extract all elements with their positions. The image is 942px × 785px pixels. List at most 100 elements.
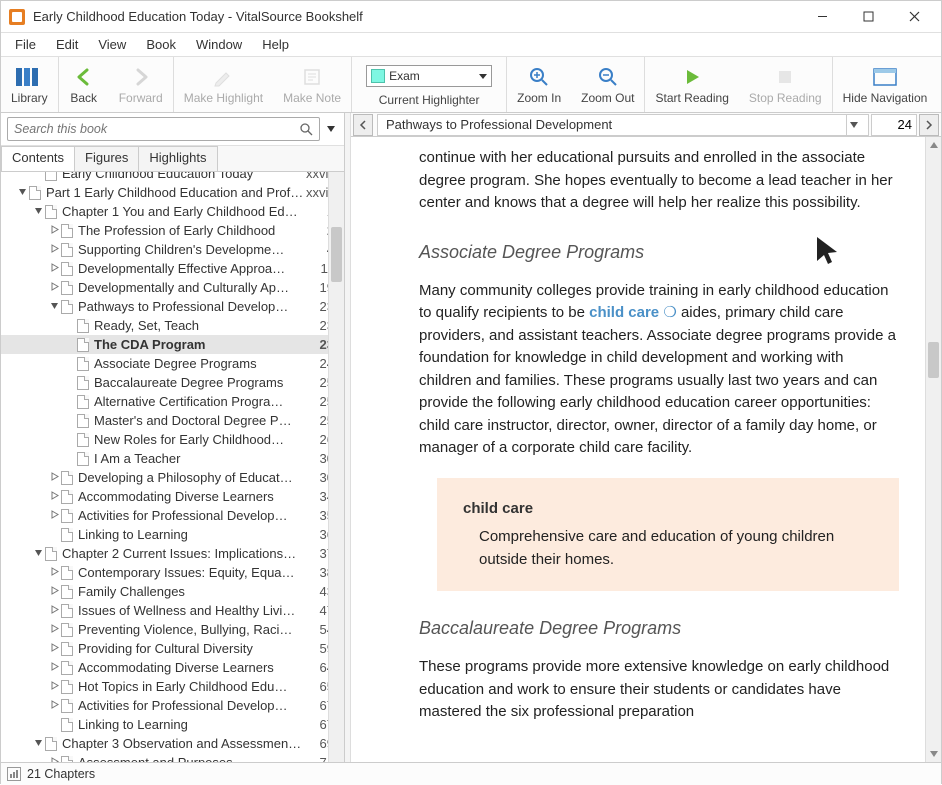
toc-item[interactable]: Early Childhood Education Todayxxviii — [1, 172, 344, 183]
menu-help[interactable]: Help — [252, 35, 299, 54]
toc-item[interactable]: Developmentally and Culturally Ap…19 — [1, 278, 344, 297]
scroll-up-icon[interactable] — [926, 137, 941, 153]
breadcrumb-dropdown[interactable] — [846, 114, 860, 136]
speaker-icon[interactable]: ❍ — [659, 304, 677, 321]
toc-item[interactable]: Alternative Certification Progra…25 — [1, 392, 344, 411]
toc-label: Providing for Cultural Diversity — [78, 641, 306, 656]
reader-next-button[interactable] — [919, 114, 939, 136]
document-icon — [61, 528, 73, 542]
menu-view[interactable]: View — [88, 35, 136, 54]
toc-item[interactable]: Developmentally Effective Approa…11 — [1, 259, 344, 278]
toc-item[interactable]: New Roles for Early Childhood…26 — [1, 430, 344, 449]
search-box[interactable] — [7, 117, 320, 141]
toc-item[interactable]: Linking to Learning36 — [1, 525, 344, 544]
toc-item[interactable]: Activities for Professional Develop…67 — [1, 696, 344, 715]
content-para3: These programs provide more extensive kn… — [419, 656, 899, 724]
library-button[interactable]: Library — [1, 57, 58, 112]
toc-arrow-icon[interactable] — [31, 206, 45, 218]
toc-item[interactable]: Contemporary Issues: Equity, Equa…38 — [1, 563, 344, 582]
toc-item[interactable]: Issues of Wellness and Healthy Livi…47 — [1, 601, 344, 620]
toc-arrow-icon[interactable] — [47, 567, 61, 579]
toc-item[interactable]: Chapter 2 Current Issues: Implications…3… — [1, 544, 344, 563]
scroll-down-icon[interactable] — [926, 746, 941, 762]
toc-arrow-icon[interactable] — [47, 510, 61, 522]
make-highlight-button[interactable]: Make Highlight — [174, 57, 273, 112]
toc-scrollbar[interactable] — [328, 172, 344, 762]
toc-item[interactable]: Part 1 Early Childhood Education and Pro… — [1, 183, 344, 202]
toc-item[interactable]: The CDA Program23 — [1, 335, 344, 354]
toc-arrow-icon[interactable] — [47, 700, 61, 712]
toc-item[interactable]: Linking to Learning67 — [1, 715, 344, 734]
breadcrumb[interactable]: Pathways to Professional Development — [377, 114, 869, 136]
make-note-button[interactable]: Make Note — [273, 57, 351, 112]
toc-arrow-icon[interactable] — [15, 187, 29, 199]
toc-arrow-icon[interactable] — [47, 757, 61, 763]
glossary-link-child-care[interactable]: child care — [589, 304, 659, 321]
menu-book[interactable]: Book — [136, 35, 186, 54]
reader-scrollbar[interactable] — [925, 137, 941, 762]
tab-contents[interactable]: Contents — [1, 146, 75, 171]
toc-item[interactable]: The Profession of Early Childhood2 — [1, 221, 344, 240]
toc-arrow-icon[interactable] — [47, 282, 61, 294]
stop-reading-button[interactable]: Stop Reading — [739, 57, 832, 112]
toc-item[interactable]: Preventing Violence, Bullying, Raci…54 — [1, 620, 344, 639]
toc-arrow-icon[interactable] — [47, 624, 61, 636]
toc-arrow-icon[interactable] — [47, 472, 61, 484]
document-icon — [45, 737, 57, 751]
toc-item[interactable]: Pathways to Professional Develop…23 — [1, 297, 344, 316]
tab-figures[interactable]: Figures — [74, 146, 139, 171]
close-button[interactable] — [891, 2, 937, 32]
toc-item[interactable]: Supporting Children's Developme…4 — [1, 240, 344, 259]
start-reading-button[interactable]: Start Reading — [645, 57, 738, 112]
toc-arrow-icon[interactable] — [47, 643, 61, 655]
page-number-input[interactable] — [871, 114, 917, 136]
tab-highlights[interactable]: Highlights — [138, 146, 217, 171]
search-input[interactable] — [14, 122, 299, 136]
toc-item[interactable]: Activities for Professional Develop…35 — [1, 506, 344, 525]
toc-arrow-icon[interactable] — [47, 244, 61, 256]
toc-item[interactable]: Baccalaureate Degree Programs25 — [1, 373, 344, 392]
toc-arrow-icon[interactable] — [47, 605, 61, 617]
toc-item[interactable]: Accommodating Diverse Learners34 — [1, 487, 344, 506]
toc-item[interactable]: Ready, Set, Teach23 — [1, 316, 344, 335]
toc-arrow-icon[interactable] — [47, 662, 61, 674]
toc-item[interactable]: Assessment and Purposes71 — [1, 753, 344, 762]
toc-arrow-icon[interactable] — [47, 681, 61, 693]
minimize-button[interactable] — [799, 2, 845, 32]
hide-navigation-button[interactable]: Hide Navigation — [833, 57, 938, 112]
document-icon — [77, 338, 89, 352]
toc-item[interactable]: Accommodating Diverse Learners64 — [1, 658, 344, 677]
maximize-button[interactable] — [845, 2, 891, 32]
menu-file[interactable]: File — [5, 35, 46, 54]
reader-scrollbar-thumb[interactable] — [928, 342, 939, 378]
toc-item[interactable]: Chapter 1 You and Early Childhood Ed…1 — [1, 202, 344, 221]
toc-arrow-icon[interactable] — [47, 263, 61, 275]
toc-tree[interactable]: Early Childhood Education TodayxxviiiPar… — [1, 172, 344, 762]
toc-arrow-icon[interactable] — [47, 301, 61, 313]
highlighter-select[interactable]: Exam — [366, 65, 492, 87]
toc-item[interactable]: Family Challenges43 — [1, 582, 344, 601]
reader-prev-button[interactable] — [353, 114, 373, 136]
toc-item[interactable]: Master's and Doctoral Degree P…25 — [1, 411, 344, 430]
forward-button[interactable]: Forward — [109, 57, 173, 112]
search-dropdown[interactable] — [324, 126, 338, 132]
toc-arrow-icon[interactable] — [31, 548, 45, 560]
toc-item[interactable]: Hot Topics in Early Childhood Edu…65 — [1, 677, 344, 696]
reader-body[interactable]: continue with her educational pursuits a… — [351, 137, 941, 762]
toc-item[interactable]: I Am a Teacher30 — [1, 449, 344, 468]
toc-item[interactable]: Associate Degree Programs24 — [1, 354, 344, 373]
menu-edit[interactable]: Edit — [46, 35, 88, 54]
toc-arrow-icon[interactable] — [47, 491, 61, 503]
toc-item[interactable]: Providing for Cultural Diversity59 — [1, 639, 344, 658]
toc-arrow-icon[interactable] — [47, 225, 61, 237]
toc-item[interactable]: Chapter 3 Observation and Assessmen…69 — [1, 734, 344, 753]
toc-arrow-icon[interactable] — [31, 738, 45, 750]
scrollbar-thumb[interactable] — [331, 227, 342, 282]
toc-arrow-icon[interactable] — [47, 586, 61, 598]
zoom-out-button[interactable]: Zoom Out — [571, 57, 644, 112]
toc-item[interactable]: Developing a Philosophy of Educat…30 — [1, 468, 344, 487]
document-icon — [45, 172, 57, 181]
back-button[interactable]: Back — [59, 57, 109, 112]
menu-window[interactable]: Window — [186, 35, 252, 54]
zoom-in-button[interactable]: Zoom In — [507, 57, 571, 112]
